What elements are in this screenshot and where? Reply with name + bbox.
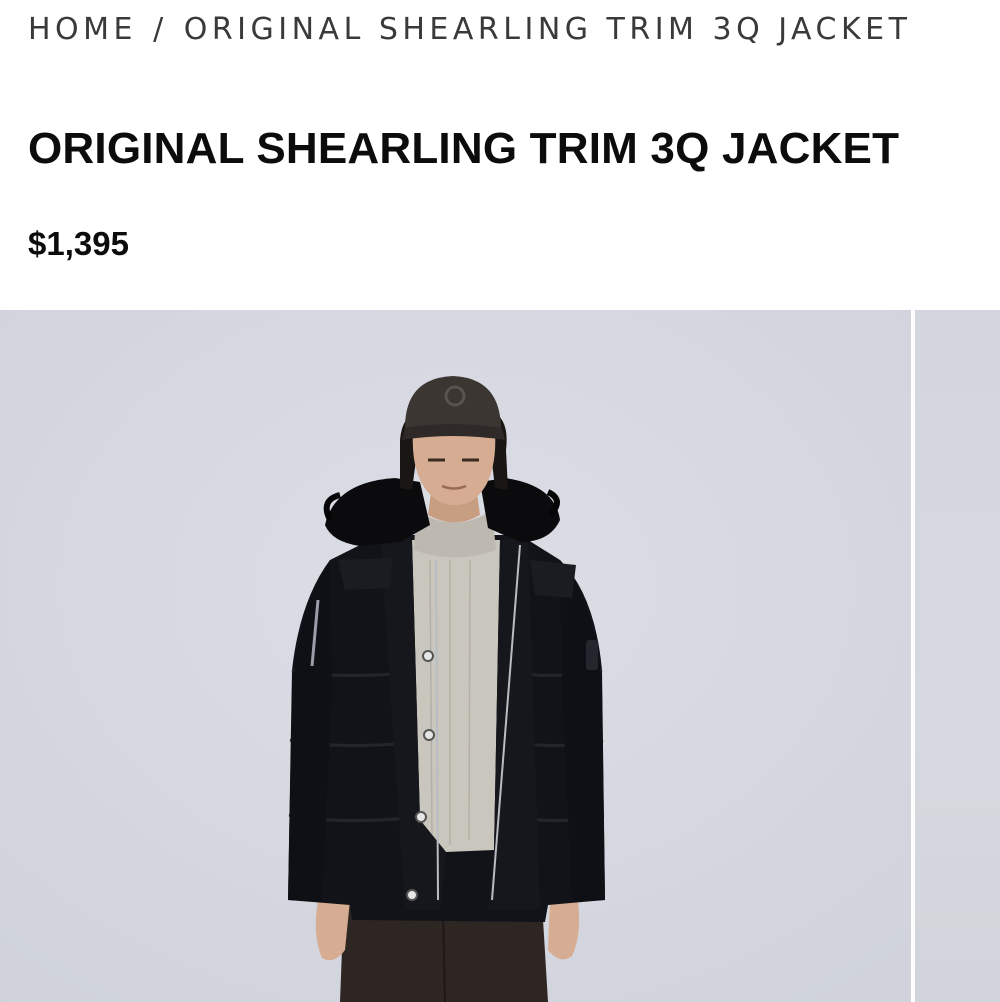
breadcrumb-current: ORIGINAL SHEARLING TRIM 3Q JACKET	[183, 12, 912, 47]
product-image-gallery[interactable]	[0, 310, 1000, 1002]
product-next-image-peek[interactable]	[915, 310, 1000, 1002]
breadcrumb: HOME / ORIGINAL SHEARLING TRIM 3Q JACKET	[28, 12, 911, 47]
product-title: ORIGINAL SHEARLING TRIM 3Q JACKET	[28, 124, 900, 173]
product-main-image[interactable]	[0, 310, 911, 1002]
product-price: $1,395	[28, 225, 129, 262]
breadcrumb-home-link[interactable]: HOME	[28, 12, 137, 47]
breadcrumb-separator: /	[153, 12, 168, 47]
product-page: HOME / ORIGINAL SHEARLING TRIM 3Q JACKET…	[0, 0, 1000, 1002]
